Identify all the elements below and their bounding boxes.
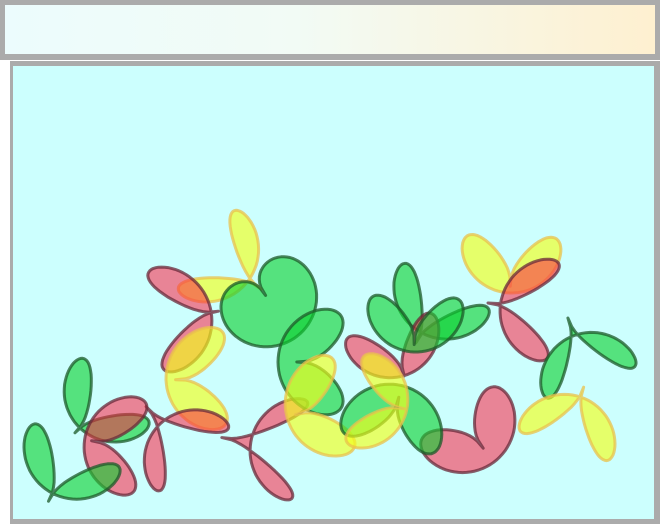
green-piece[interactable] — [539, 316, 638, 400]
pieces-layer — [22, 208, 638, 503]
red-piece[interactable] — [142, 405, 231, 493]
yellow-piece[interactable] — [517, 385, 617, 463]
